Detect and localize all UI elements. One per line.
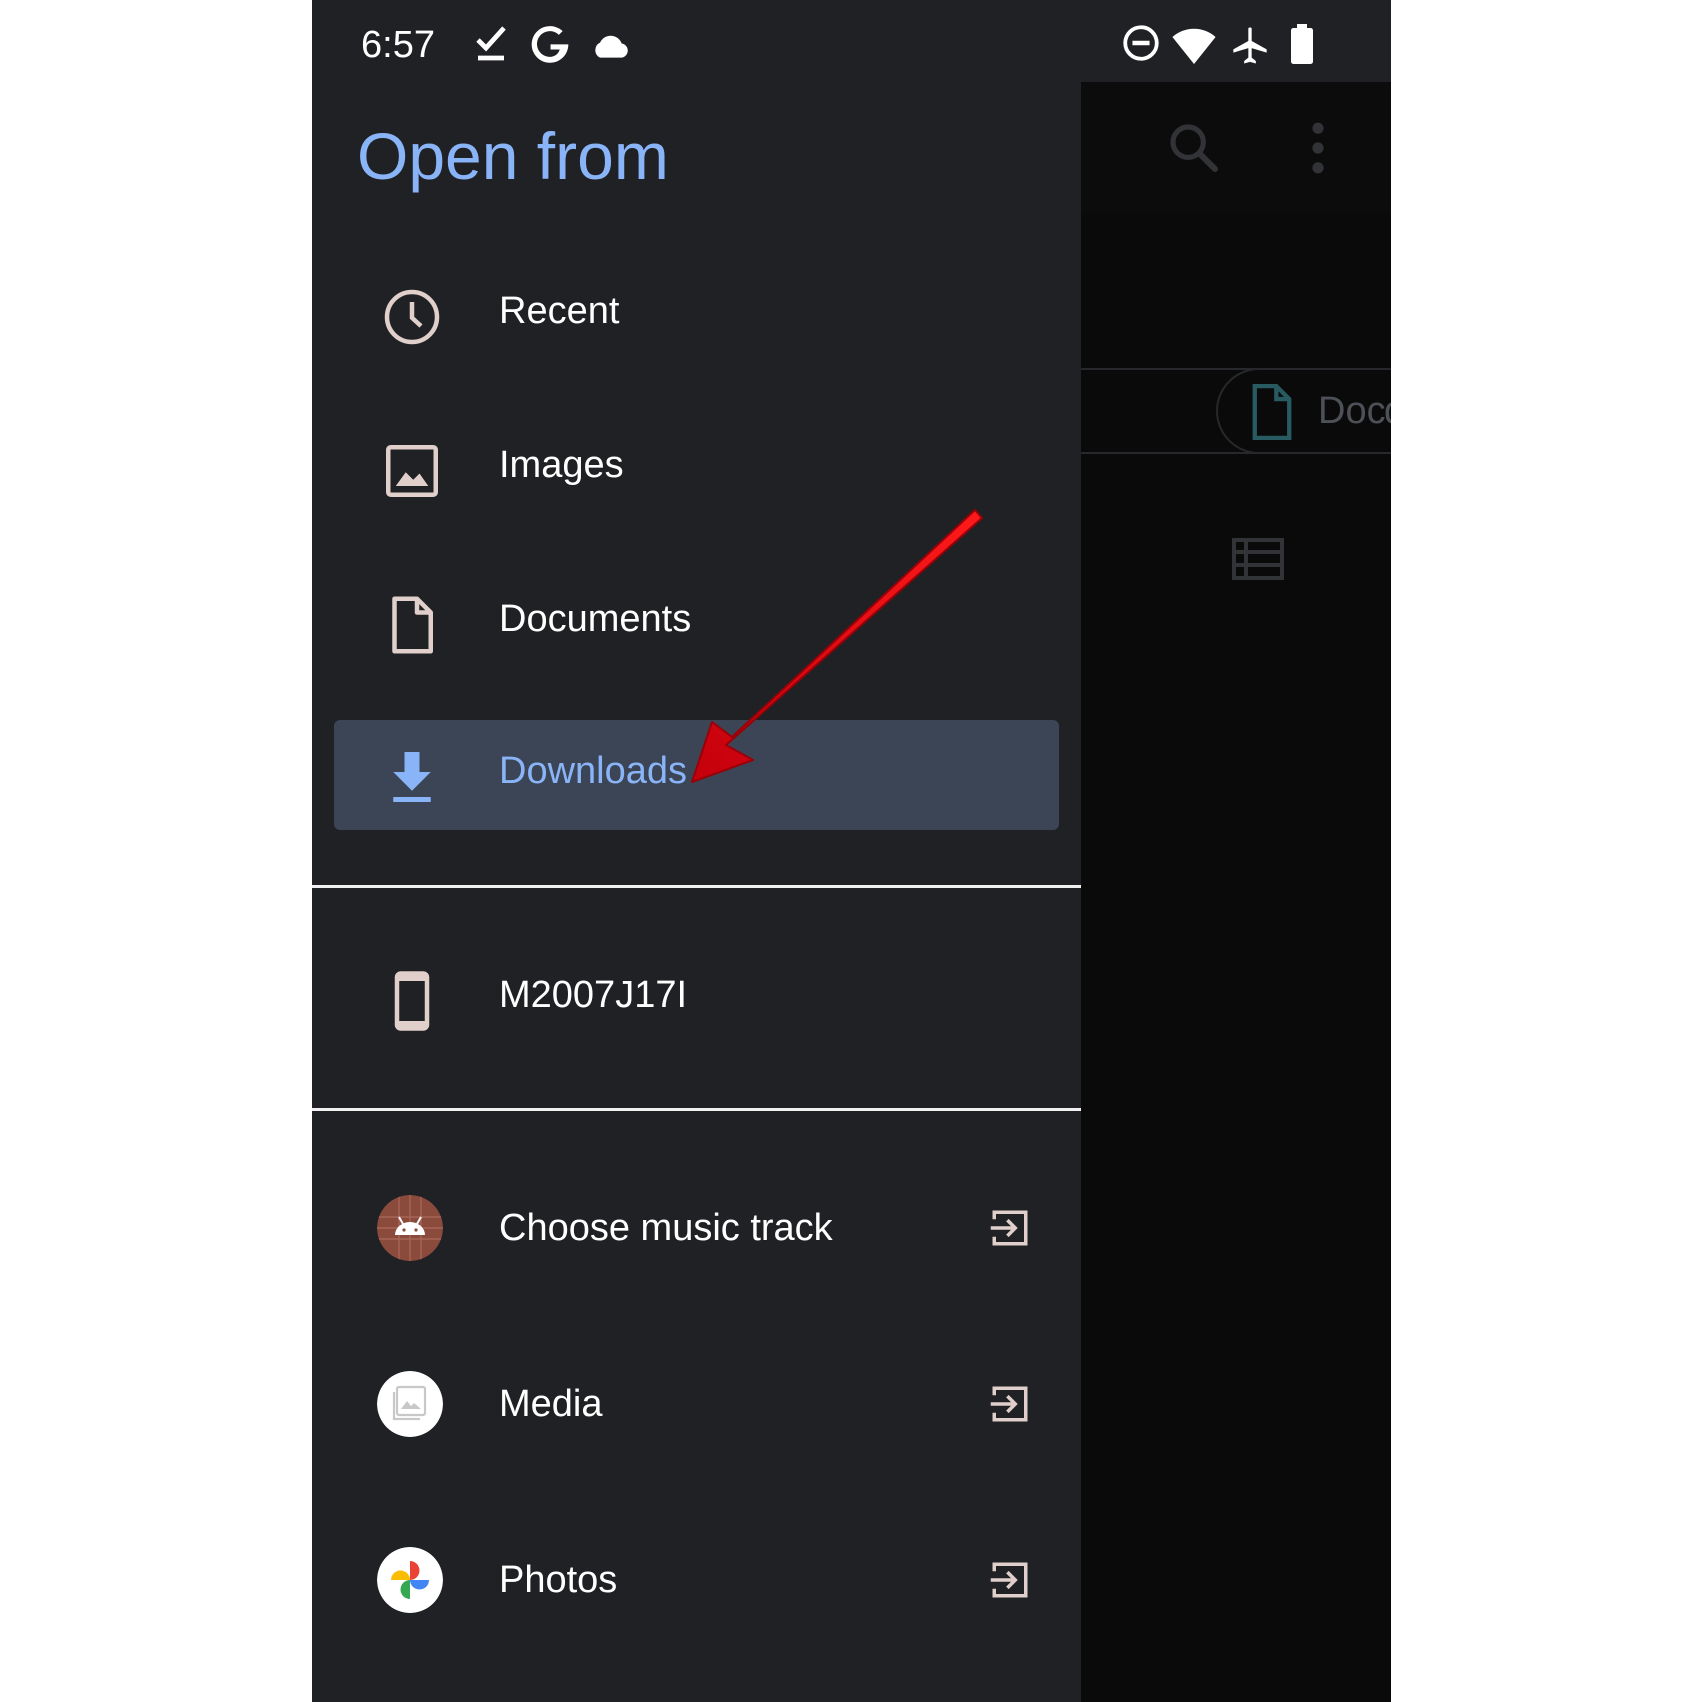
nav-label-documents: Documents [499,598,692,640]
nav-item-recent[interactable]: Recent [334,260,1059,370]
app-label-photos: Photos [499,1559,618,1601]
media-app-icon [377,1371,443,1437]
wifi-icon [1172,28,1216,64]
document-icon [1252,384,1292,440]
device-item-m2007j17i[interactable]: M2007J17I [334,944,1059,1054]
app-label-choose-music-track: Choose music track [499,1207,833,1249]
nav-label-downloads: Downloads [499,750,687,792]
clock-icon [384,289,440,345]
app-item-choose-music-track[interactable]: Choose music track [334,1165,1059,1295]
battery-icon [1291,24,1313,64]
phone-icon [394,971,430,1031]
phone-screen: deos Doc 6:57 [312,0,1391,1702]
image-icon [386,445,438,497]
google-g-icon [531,26,569,63]
app-item-media[interactable]: Media [334,1341,1059,1471]
list-view-icon[interactable] [1232,538,1284,580]
chip-documents-label: Doc [1318,390,1386,432]
do-not-disturb-icon [1123,25,1159,61]
nav-label-recent: Recent [499,290,620,332]
download-icon [393,752,431,802]
status-bar: 6:57 [312,0,1391,82]
nav-item-downloads[interactable]: Downloads [334,720,1059,830]
nav-item-images[interactable]: Images [334,414,1059,524]
open-app-icon[interactable] [989,1383,1031,1425]
chip-documents[interactable]: Doc [1216,368,1391,454]
more-vert-icon[interactable] [1306,120,1330,176]
nav-item-documents[interactable]: Documents [334,568,1059,678]
document-icon [392,596,433,654]
cloud-icon [595,35,628,58]
divider [312,885,1081,888]
open-app-icon[interactable] [989,1207,1031,1249]
status-time: 6:57 [361,24,435,66]
check-download-icon [476,26,506,61]
open-app-icon[interactable] [989,1559,1031,1601]
navigation-drawer: Open from Recent Images Documents Downlo… [312,82,1081,1702]
search-icon[interactable] [1166,120,1222,176]
device-label: M2007J17I [499,974,688,1016]
drawer-title: Open from [357,119,669,193]
android-app-icon [377,1195,443,1261]
nav-label-images: Images [499,444,624,486]
airplane-icon [1233,27,1267,64]
app-label-media: Media [499,1383,603,1425]
google-photos-icon [377,1547,443,1613]
divider [312,1108,1081,1111]
app-item-photos[interactable]: Photos [334,1517,1059,1647]
